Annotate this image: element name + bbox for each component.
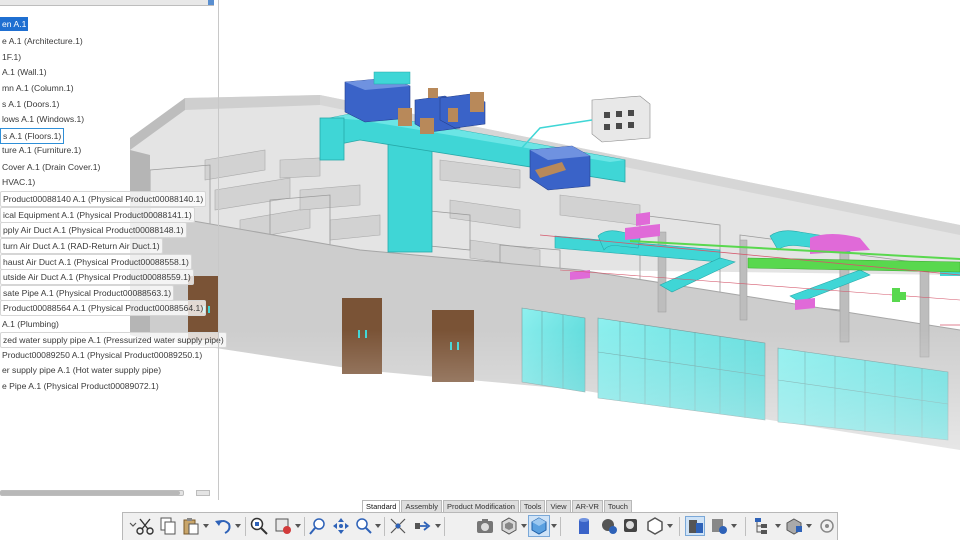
scroll-right-button[interactable] [196,490,210,496]
tree-display-icon[interactable] [753,516,773,536]
normal-view-icon[interactable] [388,516,408,536]
zoom-area-icon[interactable] [308,516,328,536]
tree-node[interactable]: Product00088564 A.1 (Physical Product000… [0,300,207,316]
create-group-icon[interactable] [645,516,665,536]
tree-node[interactable]: turn Air Duct A.1 (RAD-Return Air Duct.1… [0,238,163,254]
group-dropdown-icon[interactable] [667,523,673,529]
tree-node[interactable]: s A.1 (Doors.1) [0,97,61,111]
screen-dropdown-icon[interactable] [731,523,737,529]
toolbar-separator [679,517,680,536]
explode-dropdown-icon[interactable] [435,523,441,529]
zoom-dropdown-icon[interactable] [375,523,381,529]
tree-horizontal-scrollbar[interactable] [0,490,215,496]
explode-icon[interactable] [413,516,433,536]
paste-dropdown-icon[interactable] [203,523,209,529]
zoom-icon[interactable] [354,516,374,536]
tree-node[interactable]: sate Pipe A.1 (Physical Product00088563.… [0,285,175,301]
hide-show-icon[interactable] [575,516,595,536]
toolbar-separator [560,517,561,536]
toolbar-separator [304,517,305,536]
fly-mode-icon[interactable] [273,516,293,536]
screen-icon[interactable] [709,516,729,536]
zoom-fit-icon[interactable] [249,516,269,536]
tree-top-scroll-thumb[interactable] [208,0,214,5]
cover-icon[interactable] [685,516,705,536]
tree-node[interactable]: e A.1 (Architecture.1) [0,34,85,48]
tree-top-scrollbar[interactable] [0,0,214,6]
tree-node[interactable]: pply Air Duct A.1 (Physical Product00088… [0,222,187,238]
toolbar-separator [444,517,445,536]
undo-dropdown-icon[interactable] [235,523,241,529]
action-bar-tabs: Standard Assembly Product Modification Tool… [362,500,633,513]
tree-node[interactable]: utside Air Duct A.1 (Physical Product000… [0,269,194,285]
capture-icon[interactable] [475,516,495,536]
tree-node[interactable]: mn A.1 (Column.1) [0,81,76,95]
toolbar-separator [384,517,385,536]
tree-node[interactable]: zed water supply pipe A.1 (Pressurized w… [0,332,227,348]
tree-node[interactable]: A.1 (Plumbing) [0,317,61,331]
fly-dropdown-icon[interactable] [295,523,301,529]
scroll-thumb[interactable] [0,491,180,495]
assembly-dropdown-icon[interactable] [806,523,812,529]
tree-panel-divider [218,0,219,500]
assembly-icon[interactable] [784,516,804,536]
tree-node[interactable]: e Pipe A.1 (Physical Product00089072.1) [0,379,161,393]
iso-dropdown-icon[interactable] [551,523,557,529]
tree-node[interactable]: ture A.1 (Furniture.1) [0,143,83,157]
tree-dropdown-icon[interactable] [775,523,781,529]
toolbar-separator [245,517,246,536]
action-bar-toolbar [122,512,838,540]
material-icon[interactable] [621,516,641,536]
tree-node[interactable]: ical Equipment A.1 (Physical Product0008… [0,207,195,223]
toolbar-separator [745,517,746,536]
tree-node[interactable]: 1F.1) [0,50,23,64]
tree-node[interactable]: en A.1 [0,17,29,31]
render-style-icon[interactable] [499,516,519,536]
swap-visible-icon[interactable] [599,516,619,536]
tree-node[interactable]: s A.1 (Floors.1) [0,128,65,144]
tree-node[interactable]: er supply pipe A.1 (Hot water supply pip… [0,363,163,377]
tree-node[interactable]: A.1 (Wall.1) [0,65,49,79]
render-dropdown-icon[interactable] [521,523,527,529]
overflow-chevron-icon[interactable] [123,517,137,537]
cut-icon[interactable] [135,516,155,536]
tree-node[interactable]: Product00088140 A.1 (Physical Product000… [0,191,207,207]
tree-node[interactable]: HVAC.1) [0,175,37,189]
refresh-icon[interactable] [817,516,837,536]
copy-icon[interactable] [158,516,178,536]
undo-icon[interactable] [213,516,233,536]
tree-node[interactable]: Cover A.1 (Drain Cover.1) [0,160,102,174]
pan-icon[interactable] [331,516,351,536]
paste-icon[interactable] [181,516,201,536]
iso-view-icon[interactable] [528,515,550,537]
tree-node[interactable]: Product00089250 A.1 (Physical Product000… [0,348,204,362]
tree-node[interactable]: haust Air Duct A.1 (Physical Product0008… [0,254,192,270]
tree-node[interactable]: lows A.1 (Windows.1) [0,112,86,126]
